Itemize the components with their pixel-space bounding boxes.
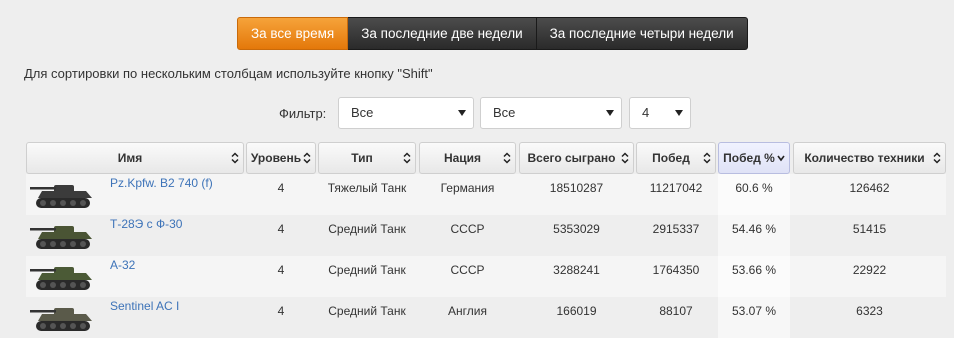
filter-type-value: Все bbox=[351, 105, 374, 120]
cell-count: 51415 bbox=[852, 222, 887, 236]
cell-win-pct: 60.6 % bbox=[718, 174, 790, 215]
dropdown-arrow-icon bbox=[675, 110, 683, 116]
col-header-label: Количество техники bbox=[804, 151, 925, 165]
cell-nation: СССР bbox=[450, 222, 485, 236]
sort-both-icon bbox=[703, 152, 711, 164]
cell-count: 126462 bbox=[849, 181, 890, 195]
cell-wins: 88107 bbox=[659, 304, 693, 318]
cell-win-pct: 54.46 % bbox=[718, 215, 790, 256]
cell-name: Т-28Э с Ф-30 bbox=[26, 215, 244, 256]
cell-win-pct: 53.07 % bbox=[718, 297, 790, 338]
multi-sort-hint: Для сортировки по нескольким столбцам ис… bbox=[24, 66, 433, 81]
col-header-vehicle-count[interactable]: Количество техники bbox=[793, 142, 946, 174]
cell-win-pct: 53.66 % bbox=[718, 256, 790, 297]
cell-level: 4 bbox=[277, 181, 285, 195]
tank-thumbnail-icon bbox=[30, 226, 92, 249]
cell-type: Средний Танк bbox=[328, 222, 406, 236]
sort-both-icon bbox=[933, 152, 941, 164]
col-header-label: Побед % bbox=[723, 151, 775, 165]
tab-last-two-weeks[interactable]: За последние две недели bbox=[348, 17, 537, 50]
cell-played: 3288241 bbox=[553, 263, 600, 277]
col-header-label: Побед bbox=[652, 151, 690, 165]
table-row: Sentinel AC I 4 Средний Танк Англия 166019 88… bbox=[26, 297, 946, 338]
table-header: Имя Уровень Тип Нация Всего сыграно Побед Побе… bbox=[26, 142, 946, 174]
col-header-played[interactable]: Всего сыграно bbox=[519, 142, 634, 174]
sort-both-icon bbox=[621, 152, 629, 164]
filter-nation-value: Все bbox=[493, 105, 516, 120]
filter-type-select[interactable]: Все bbox=[338, 97, 474, 129]
cell-played: 18510287 bbox=[549, 181, 604, 195]
col-header-type[interactable]: Тип bbox=[318, 142, 416, 174]
col-header-name[interactable]: Имя bbox=[26, 142, 244, 174]
sort-both-icon bbox=[403, 152, 411, 164]
tank-thumbnail-icon bbox=[30, 308, 92, 331]
cell-name: Sentinel AC I bbox=[26, 297, 244, 338]
tank-thumbnail-icon bbox=[30, 185, 92, 208]
cell-played: 166019 bbox=[556, 304, 597, 318]
filter-bar: Фильтр: Все Все 4 bbox=[0, 97, 954, 129]
tank-thumbnail-icon bbox=[30, 267, 92, 290]
cell-wins: 11217042 bbox=[649, 181, 703, 195]
table-row: Pz.Kpfw. B2 740 (f) 4 Тяжелый Танк Германия… bbox=[26, 174, 946, 215]
cell-wins: 2915337 bbox=[652, 222, 700, 236]
cell-wins: 1764350 bbox=[652, 263, 700, 277]
table-body: Pz.Kpfw. B2 740 (f) 4 Тяжелый Танк Германия… bbox=[26, 174, 946, 338]
dropdown-arrow-icon bbox=[458, 110, 466, 116]
col-header-label: Всего сыграно bbox=[527, 151, 616, 165]
tab-last-four-weeks[interactable]: За последние четыри недели bbox=[536, 17, 748, 50]
tank-name-link[interactable]: А-32 bbox=[110, 256, 135, 274]
cell-nation: Англия bbox=[448, 304, 487, 318]
sort-both-icon bbox=[231, 152, 239, 164]
cell-level: 4 bbox=[277, 222, 285, 236]
tank-name-link[interactable]: Pz.Kpfw. B2 740 (f) bbox=[110, 174, 213, 192]
col-header-nation[interactable]: Нация bbox=[419, 142, 516, 174]
filter-level-select[interactable]: 4 bbox=[629, 97, 691, 129]
cell-nation: Германия bbox=[440, 181, 495, 195]
tank-name-link[interactable]: Т-28Э с Ф-30 bbox=[110, 215, 182, 233]
sort-desc-icon bbox=[777, 155, 785, 162]
cell-type: Тяжелый Танк bbox=[327, 181, 407, 195]
cell-type: Средний Танк bbox=[328, 304, 406, 318]
sort-both-icon bbox=[303, 152, 311, 164]
filter-nation-select[interactable]: Все bbox=[480, 97, 622, 129]
cell-level: 4 bbox=[277, 304, 285, 318]
tank-name-link[interactable]: Sentinel AC I bbox=[110, 297, 179, 315]
col-header-win-pct[interactable]: Побед % bbox=[718, 142, 790, 174]
period-tabs: За все время За последние две недели За … bbox=[237, 17, 748, 50]
tank-stats-table: Имя Уровень Тип Нация Всего сыграно Побед Побе… bbox=[26, 142, 946, 338]
filter-level-value: 4 bbox=[642, 105, 650, 120]
cell-type: Средний Танк bbox=[328, 263, 406, 277]
col-header-label: Тип bbox=[351, 151, 373, 165]
cell-name: Pz.Kpfw. B2 740 (f) bbox=[26, 174, 244, 215]
table-row: А-32 4 Средний Танк СССР 3288241 1764350 53.66… bbox=[26, 256, 946, 297]
col-header-level[interactable]: Уровень bbox=[246, 142, 316, 174]
col-header-label: Нация bbox=[443, 151, 482, 165]
col-header-label: Имя bbox=[117, 151, 143, 165]
col-header-wins[interactable]: Побед bbox=[636, 142, 716, 174]
cell-count: 22922 bbox=[852, 263, 887, 277]
sort-both-icon bbox=[503, 152, 511, 164]
cell-count: 6323 bbox=[856, 304, 883, 318]
filter-label: Фильтр: bbox=[279, 106, 327, 121]
dropdown-arrow-icon bbox=[606, 110, 614, 116]
cell-name: А-32 bbox=[26, 256, 244, 297]
table-row: Т-28Э с Ф-30 4 Средний Танк СССР 5353029 2915… bbox=[26, 215, 946, 256]
cell-nation: СССР bbox=[450, 263, 485, 277]
tab-all-time[interactable]: За все время bbox=[237, 17, 349, 50]
col-header-label: Уровень bbox=[250, 151, 302, 165]
cell-level: 4 bbox=[277, 263, 285, 277]
cell-played: 5353029 bbox=[553, 222, 600, 236]
